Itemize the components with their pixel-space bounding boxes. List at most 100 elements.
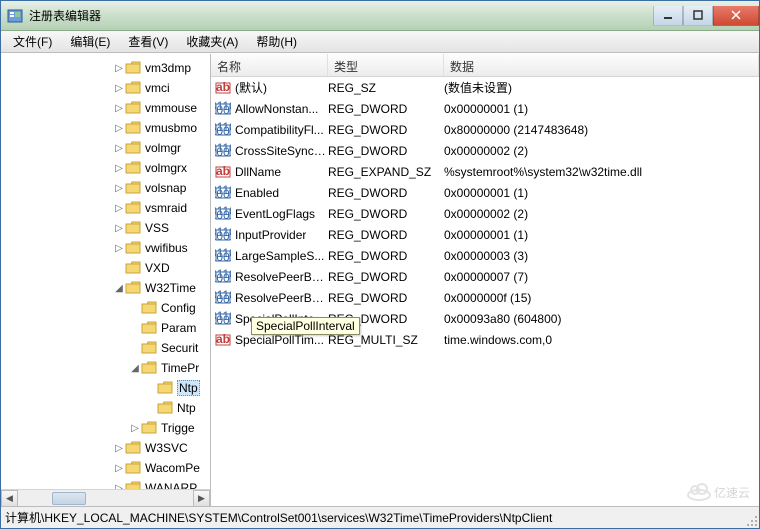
registry-value-row[interactable]: abDllNameREG_EXPAND_SZ%systemroot%\syste… <box>211 161 759 182</box>
close-button[interactable] <box>713 6 759 26</box>
menubar: 文件(F) 编辑(E) 查看(V) 收藏夹(A) 帮助(H) <box>1 31 759 53</box>
tree-expander-icon[interactable]: ▷ <box>113 183 125 194</box>
regedit-icon <box>7 8 23 24</box>
minimize-button[interactable] <box>653 6 683 26</box>
tree-item[interactable]: ▷volmgrx <box>1 158 210 178</box>
tree-expander-icon[interactable]: ▷ <box>113 243 125 254</box>
tree-item[interactable]: ▷ VSS <box>1 218 210 238</box>
tree-expander-icon[interactable]: ▷ <box>113 223 125 234</box>
tree-expander-icon[interactable]: ▷ <box>113 63 125 74</box>
value-data: 0x00000007 (7) <box>442 270 759 284</box>
registry-value-row[interactable]: 01101001InputProviderREG_DWORD0x00000001… <box>211 224 759 245</box>
tree-label: vmci <box>145 81 170 95</box>
value-name: CompatibilityFl... <box>235 123 324 137</box>
scroll-track[interactable] <box>18 490 193 507</box>
tree-label: Config <box>161 301 196 315</box>
tree-expander-icon[interactable]: ▷ <box>113 463 125 474</box>
value-name: ResolvePeerBa... <box>235 291 326 305</box>
scroll-thumb[interactable] <box>52 492 86 505</box>
tree-item[interactable]: ▷Trigge <box>1 418 210 438</box>
tree-label: vm3dmp <box>145 61 191 75</box>
list-body[interactable]: ab(默认)REG_SZ(数值未设置)01101001AllowNonstan.… <box>211 77 759 506</box>
tree-expander-icon[interactable]: ▷ <box>113 123 125 134</box>
tree-expander-icon[interactable]: ▷ <box>113 443 125 454</box>
registry-value-row[interactable]: 01101001CrossSiteSyncF...REG_DWORD0x0000… <box>211 140 759 161</box>
tree-expander-icon[interactable]: ▷ <box>113 83 125 94</box>
registry-value-row[interactable]: 01101001CompatibilityFl...REG_DWORD0x800… <box>211 119 759 140</box>
maximize-button[interactable] <box>683 6 713 26</box>
tree-item[interactable]: ◢TimePr <box>1 358 210 378</box>
tree-item[interactable]: ▷volsnap <box>1 178 210 198</box>
scroll-left-button[interactable]: ◀ <box>1 490 18 507</box>
registry-value-row[interactable]: 01101001ResolvePeerBa...REG_DWORD0x00000… <box>211 287 759 308</box>
statusbar: 计算机\HKEY_LOCAL_MACHINE\SYSTEM\ControlSet… <box>1 506 759 528</box>
tree-item[interactable]: ▷vsmraid <box>1 198 210 218</box>
value-data: 0x00000003 (3) <box>442 249 759 263</box>
tree-item[interactable]: ▷vwifibus <box>1 238 210 258</box>
tree-expander-icon[interactable]: ▷ <box>113 163 125 174</box>
tree-pane[interactable]: ▷ vm3dmp ▷ vmci ▷ vmmouse ▷vmusbmo▷volmgr▷volm… <box>1 54 211 506</box>
menu-view[interactable]: 查看(V) <box>120 31 176 52</box>
tree-horizontal-scrollbar[interactable]: ◀ ▶ <box>1 489 210 506</box>
svg-text:1001: 1001 <box>215 145 231 159</box>
tree-item[interactable]: ▷ vm3dmp <box>1 58 210 78</box>
column-header-name[interactable]: 名称 <box>211 54 328 76</box>
column-header-type[interactable]: 类型 <box>328 54 444 76</box>
column-header-data[interactable]: 数据 <box>444 54 759 76</box>
tree-item[interactable]: VXD <box>1 258 210 278</box>
registry-value-row[interactable]: ab(默认)REG_SZ(数值未设置) <box>211 77 759 98</box>
registry-value-row[interactable]: 01101001EnabledREG_DWORD0x00000001 (1) <box>211 182 759 203</box>
resize-grip-icon[interactable] <box>744 513 758 527</box>
svg-text:1001: 1001 <box>215 103 231 117</box>
tree-label: Param <box>161 321 196 335</box>
value-name: InputProvider <box>235 228 306 242</box>
tree-item[interactable]: ▷W3SVC <box>1 438 210 458</box>
tree-item[interactable]: Config <box>1 298 210 318</box>
tree-item[interactable]: Ntp <box>1 398 210 418</box>
tree-label: vmmouse <box>145 101 197 115</box>
tree-label: WacomPe <box>145 461 200 475</box>
tree-label: VSS <box>145 221 169 235</box>
registry-value-row[interactable]: 01101001ResolvePeerBa...REG_DWORD0x00000… <box>211 266 759 287</box>
value-data: 0x0000000f (15) <box>442 291 759 305</box>
menu-help[interactable]: 帮助(H) <box>248 31 305 52</box>
value-type: REG_DWORD <box>326 228 442 242</box>
value-type: REG_DWORD <box>326 270 442 284</box>
tree-expander-icon[interactable]: ▷ <box>113 103 125 114</box>
tree-item[interactable]: ▷ vmmouse <box>1 98 210 118</box>
tooltip: SpecialPollInterval <box>251 317 360 335</box>
tree-item[interactable]: ▷ WacomPe <box>1 458 210 478</box>
tree-expander-icon[interactable]: ▷ <box>113 143 125 154</box>
tree-item[interactable]: ▷ vmci <box>1 78 210 98</box>
tree-item[interactable]: ◢W32Time <box>1 278 210 298</box>
tree-item[interactable]: Ntp <box>1 378 210 398</box>
tree-item[interactable]: ▷volmgr <box>1 138 210 158</box>
value-type: REG_DWORD <box>326 249 442 263</box>
value-type: REG_DWORD <box>326 144 442 158</box>
registry-value-row[interactable]: 01101001AllowNonstan...REG_DWORD0x000000… <box>211 98 759 119</box>
tree-container: ▷ vm3dmp ▷ vmci ▷ vmmouse ▷vmusbmo▷volmgr▷volm… <box>1 54 210 498</box>
registry-value-row[interactable]: 01101001LargeSampleS...REG_DWORD0x000000… <box>211 245 759 266</box>
tree-item[interactable]: Securit <box>1 338 210 358</box>
window-title: 注册表编辑器 <box>29 7 653 24</box>
scroll-right-button[interactable]: ▶ <box>193 490 210 507</box>
svg-text:1001: 1001 <box>215 208 231 222</box>
list-pane: 名称 类型 数据 ab(默认)REG_SZ(数值未设置)01101001Allo… <box>211 54 759 506</box>
value-name: CrossSiteSyncF... <box>235 144 326 158</box>
tree-item[interactable]: Param <box>1 318 210 338</box>
menu-favorites[interactable]: 收藏夹(A) <box>178 31 246 52</box>
tree-expander-icon[interactable]: ▷ <box>129 423 141 434</box>
value-data: time.windows.com,0 <box>442 333 759 347</box>
menu-edit[interactable]: 编辑(E) <box>62 31 118 52</box>
menu-file[interactable]: 文件(F) <box>5 31 60 52</box>
registry-value-row[interactable]: 01101001EventLogFlagsREG_DWORD0x00000002… <box>211 203 759 224</box>
tree-expander-icon[interactable]: ▷ <box>113 203 125 214</box>
value-type: REG_SZ <box>326 81 442 95</box>
value-name: AllowNonstan... <box>235 102 318 116</box>
value-data: 0x80000000 (2147483648) <box>442 123 759 137</box>
tree-expander-icon[interactable]: ◢ <box>129 363 141 374</box>
titlebar[interactable]: 注册表编辑器 <box>1 1 759 31</box>
svg-text:1001: 1001 <box>215 292 231 306</box>
tree-item[interactable]: ▷vmusbmo <box>1 118 210 138</box>
tree-expander-icon[interactable]: ◢ <box>113 283 125 294</box>
